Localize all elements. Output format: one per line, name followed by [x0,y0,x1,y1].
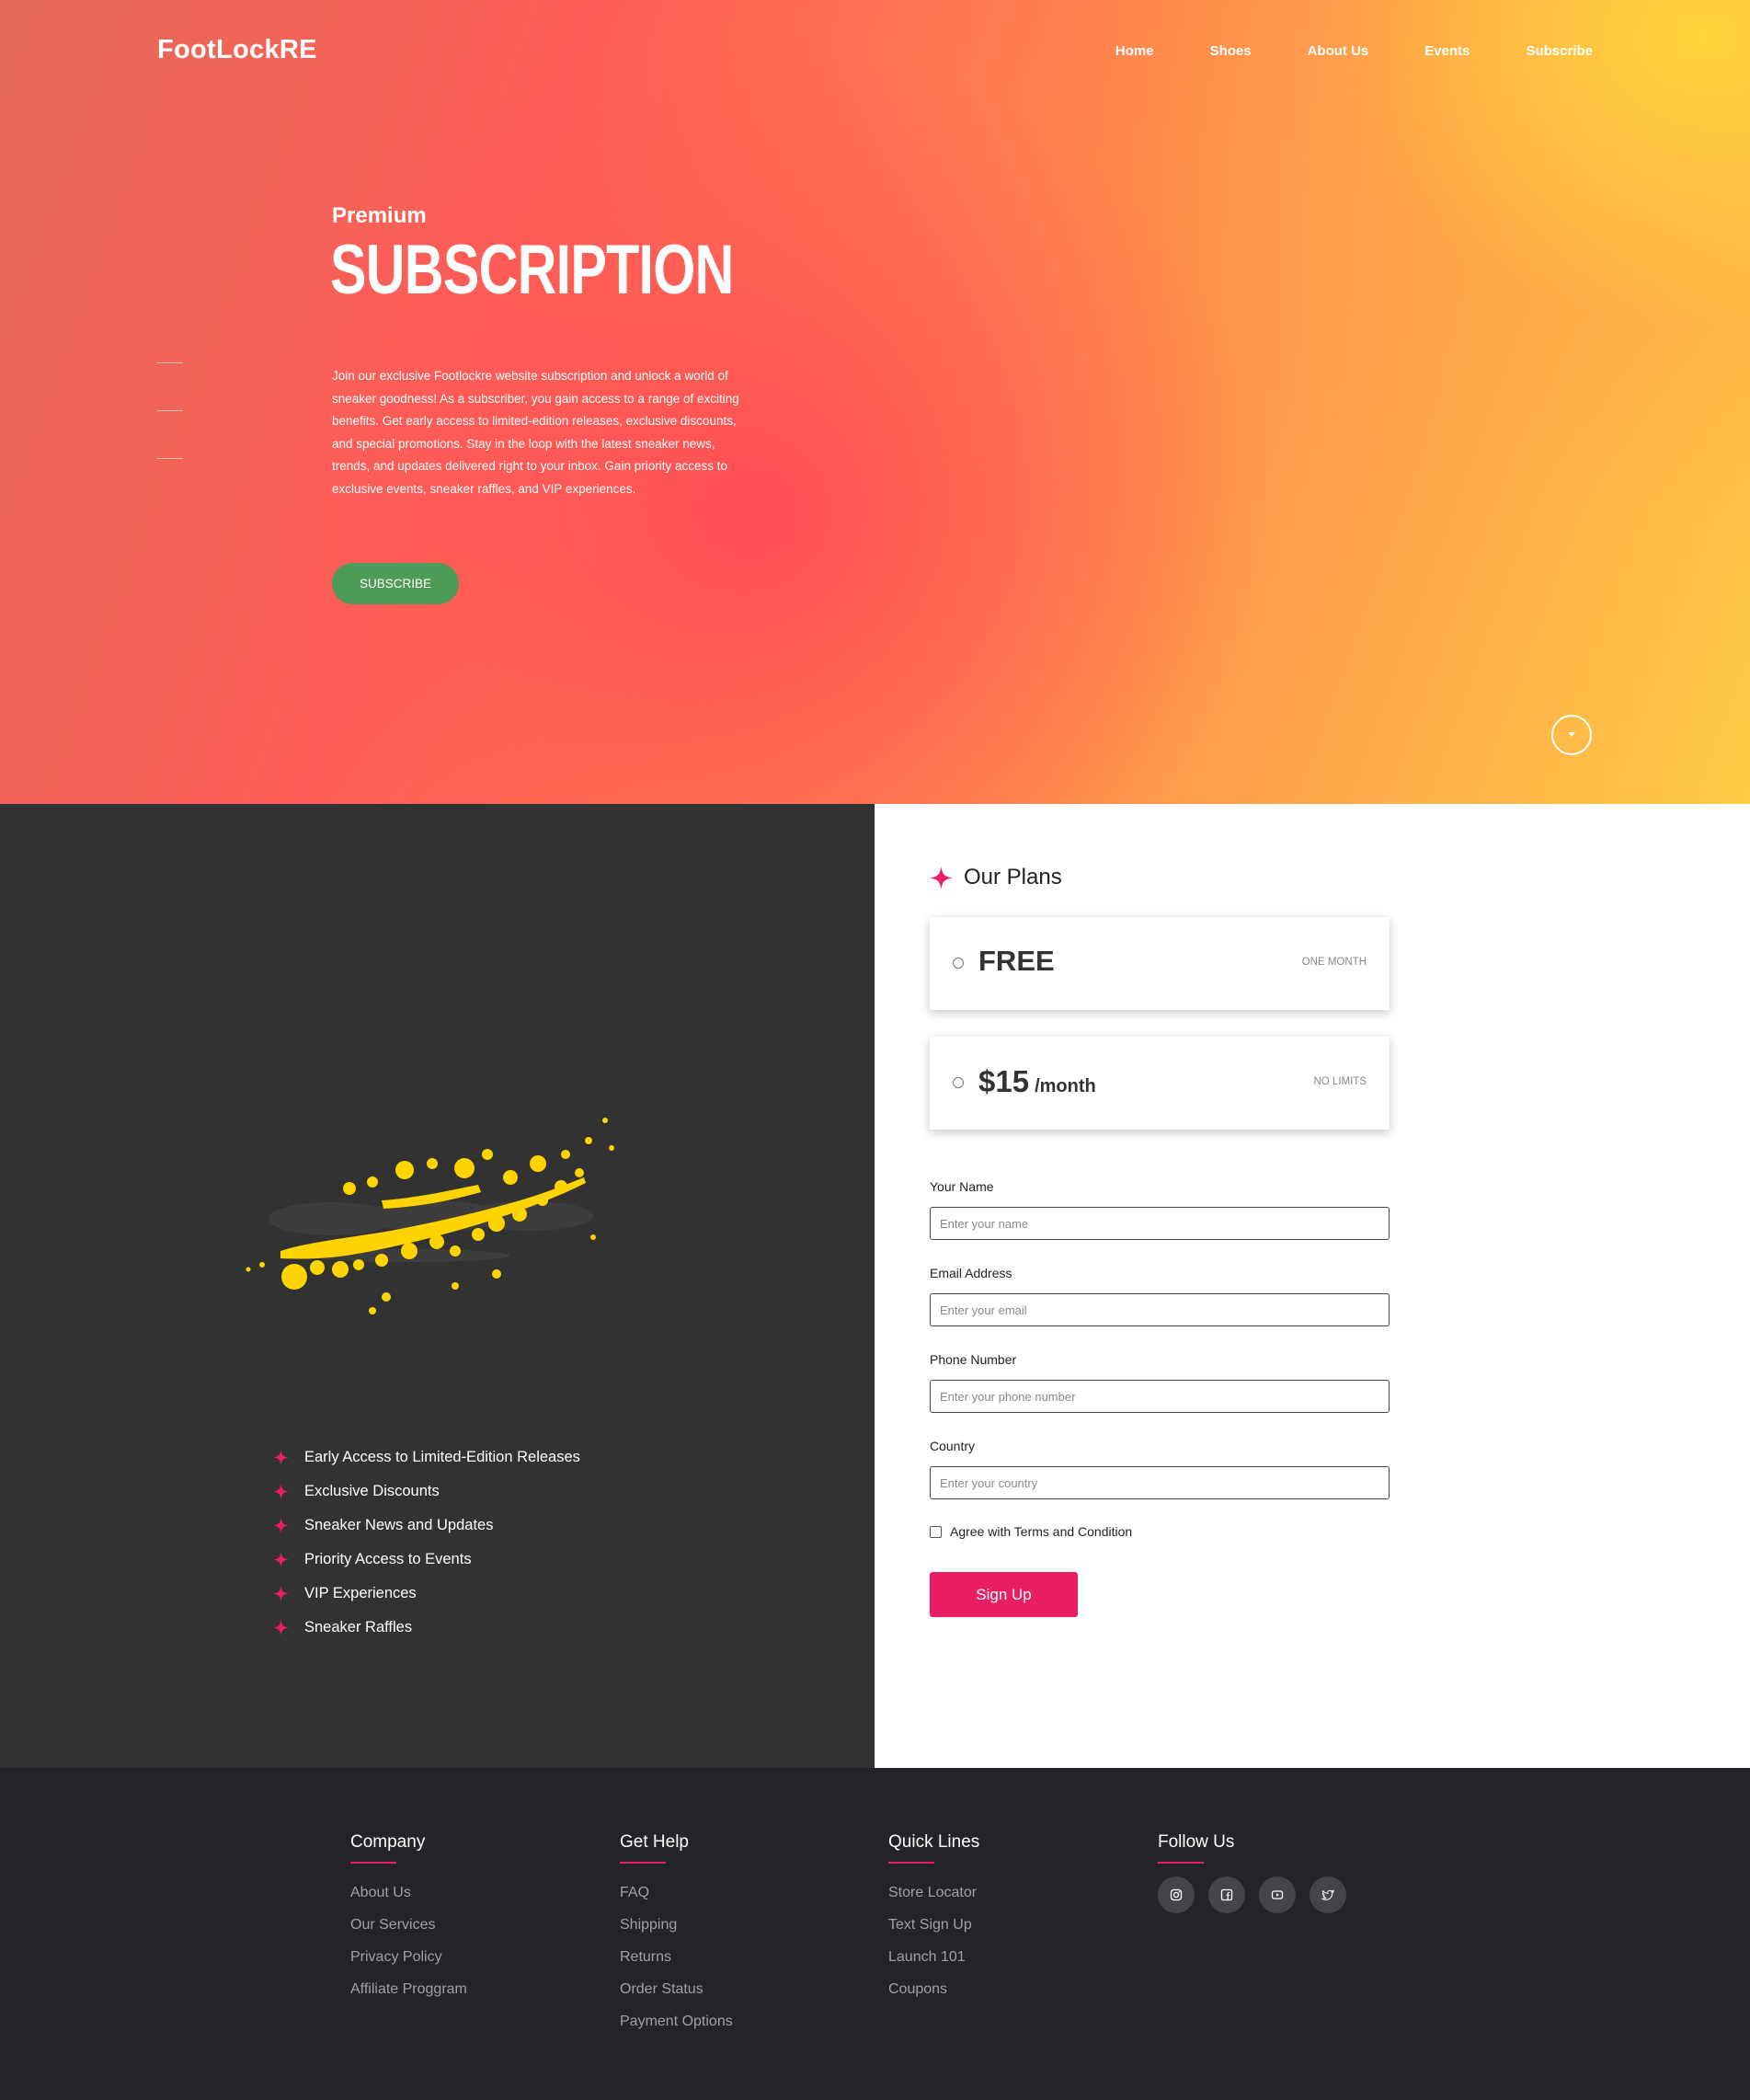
twitter-icon [1321,1889,1334,1900]
plan-period: /month [1035,1076,1096,1096]
sparkle-icon [273,1620,289,1635]
list-item: Sneaker News and Updates [273,1509,580,1543]
plan-tag: ONE MONTH [1301,957,1367,968]
footer-link[interactable]: Coupons [888,1973,979,2005]
email-field[interactable] [930,1293,1390,1326]
footer-heading: Quick Lines [888,1832,980,1852]
phone-field[interactable] [930,1380,1390,1413]
heading-underline [620,1862,666,1864]
slide-indicator[interactable] [157,362,183,363]
brand-logo[interactable]: FootLockRE [157,35,317,65]
main-nav: Home Shoes About Us Events Subscribe [1115,43,1593,59]
plan-price-group: $15/month [978,1064,1096,1099]
heading-underline [1158,1862,1204,1864]
hero-pre-title: Premium [332,203,427,228]
chevron-down-icon [1568,732,1575,737]
footer-link[interactable]: About Us [350,1876,467,1909]
hero-title: SUBSCRIPTION [330,231,734,309]
terms-row: Agree with Terms and Condition [930,1524,1132,1539]
nav-about-us[interactable]: About Us [1308,43,1369,59]
benefit-label: Priority Access to Events [304,1551,472,1567]
sparkle-icon [930,866,953,889]
benefit-label: Early Access to Limited-Edition Releases [304,1449,580,1465]
plan-card-monthly[interactable]: $15/month NO LIMITS [930,1037,1390,1130]
list-item: Exclusive Discounts [273,1475,580,1509]
plans-heading: Our Plans [930,865,1062,890]
country-label: Country [930,1439,976,1453]
plan-price: FREE [978,945,1055,977]
footer-link[interactable]: Text Sign Up [888,1909,979,1941]
sparkle-icon [273,1484,289,1499]
footer-column-follow: Follow Us [1158,1832,1346,1913]
name-field[interactable] [930,1207,1390,1240]
slide-indicators [157,362,183,506]
phone-label: Phone Number [930,1352,1017,1367]
plan-tag: NO LIMITS [1313,1076,1367,1087]
footer-heading: Company [350,1832,426,1852]
youtube-icon [1271,1890,1284,1899]
footer [0,1768,1750,2100]
list-item: Priority Access to Events [273,1543,580,1577]
footer-link[interactable]: Privacy Policy [350,1941,467,1973]
terms-checkbox[interactable] [930,1525,942,1538]
footer-link[interactable]: Affiliate Proggram [350,1973,467,2005]
benefit-label: Sneaker News and Updates [304,1517,494,1533]
page: FootLockRE Home Shoes About Us Events Su… [0,0,1750,2100]
instagram-icon [1170,1888,1183,1901]
facebook-button[interactable] [1208,1876,1245,1913]
footer-column-help: Get Help FAQ Shipping Returns Order Stat… [620,1832,733,2037]
sparkle-icon [273,1518,289,1533]
slide-indicator[interactable] [157,410,183,411]
list-item: VIP Experiences [273,1577,580,1611]
terms-label[interactable]: Agree with Terms and Condition [950,1524,1132,1539]
plan-radio[interactable] [953,1077,964,1088]
slide-indicator[interactable] [157,458,183,459]
benefit-label: Sneaker Raffles [304,1619,413,1635]
list-item: Early Access to Limited-Edition Releases [273,1440,580,1475]
footer-link[interactable]: FAQ [620,1876,733,1909]
footer-column-company: Company About Us Our Services Privacy Po… [350,1832,467,2005]
footer-link[interactable]: Payment Options [620,2005,733,2037]
heading-underline [350,1862,396,1864]
name-label: Your Name [930,1179,994,1194]
nav-shoes[interactable]: Shoes [1210,43,1252,59]
footer-link[interactable]: Returns [620,1941,733,1973]
sparkle-icon [273,1450,289,1465]
nav-subscribe[interactable]: Subscribe [1526,43,1593,59]
youtube-button[interactable] [1259,1876,1296,1913]
footer-link[interactable]: Shipping [620,1909,733,1941]
instagram-button[interactable] [1158,1876,1195,1913]
list-item: Sneaker Raffles [273,1611,580,1645]
sparkle-icon [273,1552,289,1567]
twitter-button[interactable] [1310,1876,1346,1913]
footer-column-quick-lines: Quick Lines Store Locator Text Sign Up L… [888,1832,979,2005]
facebook-icon [1220,1888,1233,1901]
sparkle-icon [273,1586,289,1601]
paint-splash-logo-image [246,1118,614,1314]
footer-heading: Get Help [620,1832,689,1852]
plan-radio[interactable] [953,958,964,969]
heading-underline [888,1862,934,1864]
hero-section: FootLockRE Home Shoes About Us Events Su… [0,0,1750,804]
hero-subscribe-button[interactable]: SUBSCRIBE [332,563,459,604]
scroll-down-button[interactable] [1551,715,1592,755]
footer-link[interactable]: Our Services [350,1909,467,1941]
plan-card-free[interactable]: FREE ONE MONTH [930,917,1390,1010]
plans-heading-label: Our Plans [964,865,1062,889]
footer-link[interactable]: Store Locator [888,1876,979,1909]
footer-link[interactable]: Launch 101 [888,1941,979,1973]
sign-up-button[interactable]: Sign Up [930,1572,1078,1617]
plan-price: $15 [978,1064,1030,1098]
nav-home[interactable]: Home [1115,43,1154,59]
footer-link[interactable]: Order Status [620,1973,733,2005]
hero-description: Join our exclusive Footlockre website su… [332,369,739,496]
nav-events[interactable]: Events [1424,43,1470,59]
benefit-label: VIP Experiences [304,1585,417,1601]
footer-heading: Follow Us [1158,1832,1235,1852]
email-label: Email Address [930,1266,1012,1280]
benefits-list: Early Access to Limited-Edition Releases… [273,1440,580,1645]
social-links [1158,1876,1346,1913]
country-field[interactable] [930,1466,1390,1499]
benefit-label: Exclusive Discounts [304,1483,440,1499]
